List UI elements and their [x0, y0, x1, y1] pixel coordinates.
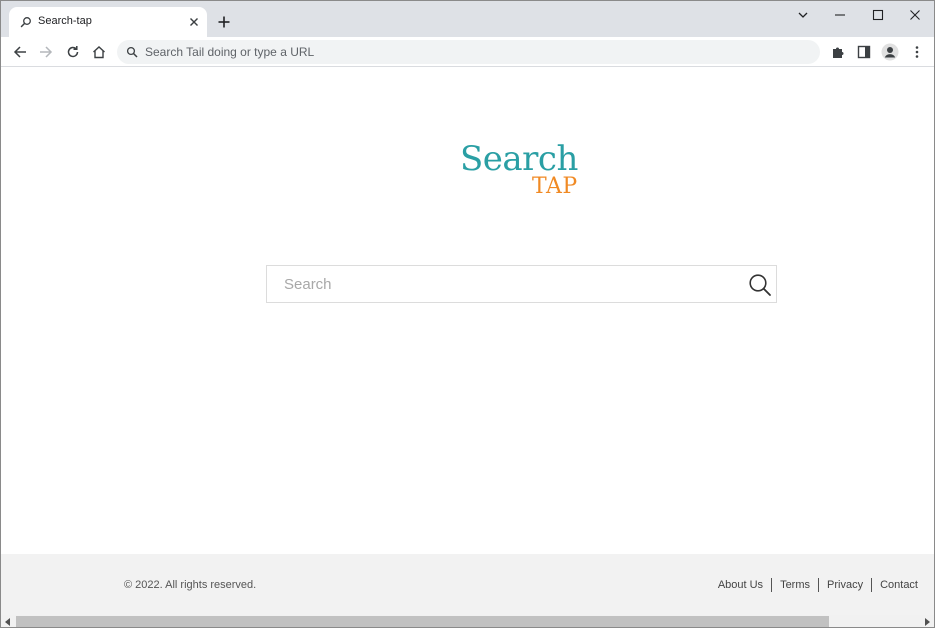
search-icon	[749, 274, 771, 296]
side-panel-button[interactable]	[855, 43, 873, 61]
search-box	[266, 265, 777, 303]
browser-window: Search-tap Search Tail doing or type a U…	[0, 0, 935, 628]
tab-title: Search-tap	[38, 15, 92, 27]
footer-link-terms[interactable]: Terms	[780, 579, 810, 591]
scrollbar-thumb[interactable]	[16, 616, 829, 627]
footer-link-contact[interactable]: Contact	[880, 579, 918, 591]
browser-toolbar: Search Tail doing or type a URL	[1, 37, 934, 67]
search-icon	[20, 17, 31, 28]
footer-separator	[871, 578, 873, 592]
maximize-icon	[872, 9, 884, 21]
profile-icon	[881, 43, 899, 61]
maximize-button[interactable]	[866, 5, 890, 25]
horizontal-scrollbar[interactable]	[1, 615, 934, 627]
browser-menu-button[interactable]	[908, 43, 926, 61]
side-panel-icon	[857, 45, 871, 59]
minimize-button[interactable]	[828, 5, 852, 25]
home-icon	[93, 46, 105, 59]
reload-icon	[67, 46, 79, 58]
forward-button[interactable]	[37, 43, 55, 61]
footer-link-about-us[interactable]: About Us	[718, 579, 763, 591]
footer-separator	[771, 578, 773, 592]
logo-word-tap: TAP	[532, 174, 578, 199]
extensions-button[interactable]	[829, 43, 847, 61]
back-button[interactable]	[11, 43, 29, 61]
tab-active[interactable]: Search-tap	[9, 7, 207, 37]
plus-icon[interactable]	[216, 14, 232, 30]
puzzle-icon	[833, 47, 844, 58]
address-bar[interactable]: Search Tail doing or type a URL	[117, 40, 820, 64]
minimize-icon	[835, 14, 845, 16]
home-button[interactable]	[90, 43, 108, 61]
arrow-left-icon	[13, 46, 26, 58]
scroll-right-icon[interactable]	[923, 618, 931, 626]
search-icon	[126, 46, 138, 58]
address-bar-placeholder: Search Tail doing or type a URL	[145, 45, 315, 59]
profile-button[interactable]	[881, 43, 899, 61]
footer-separator	[818, 578, 820, 592]
copyright-text: © 2022. All rights reserved.	[124, 579, 257, 591]
logo-word-search: Search	[460, 139, 578, 179]
more-vert-icon	[915, 46, 919, 58]
close-window-button[interactable]	[903, 5, 927, 25]
close-icon	[910, 10, 920, 20]
scroll-left-icon[interactable]	[4, 618, 12, 626]
search-tap-logo[interactable]: Search TAP	[460, 139, 590, 199]
footer-link-privacy[interactable]: Privacy	[827, 579, 863, 591]
chevron-down-icon	[798, 12, 808, 18]
page-footer: © 2022. All rights reserved. About Us Te…	[1, 554, 934, 615]
search-input[interactable]	[267, 266, 737, 302]
tab-strip: Search-tap	[1, 1, 934, 37]
arrow-right-icon	[40, 46, 53, 58]
close-icon[interactable]	[186, 14, 202, 30]
page-content: Search TAP	[1, 68, 934, 555]
tab-search-button[interactable]	[791, 5, 815, 25]
footer-links: About Us Terms Privacy Contact	[718, 578, 918, 592]
reload-button[interactable]	[64, 43, 82, 61]
search-button[interactable]	[747, 272, 773, 298]
